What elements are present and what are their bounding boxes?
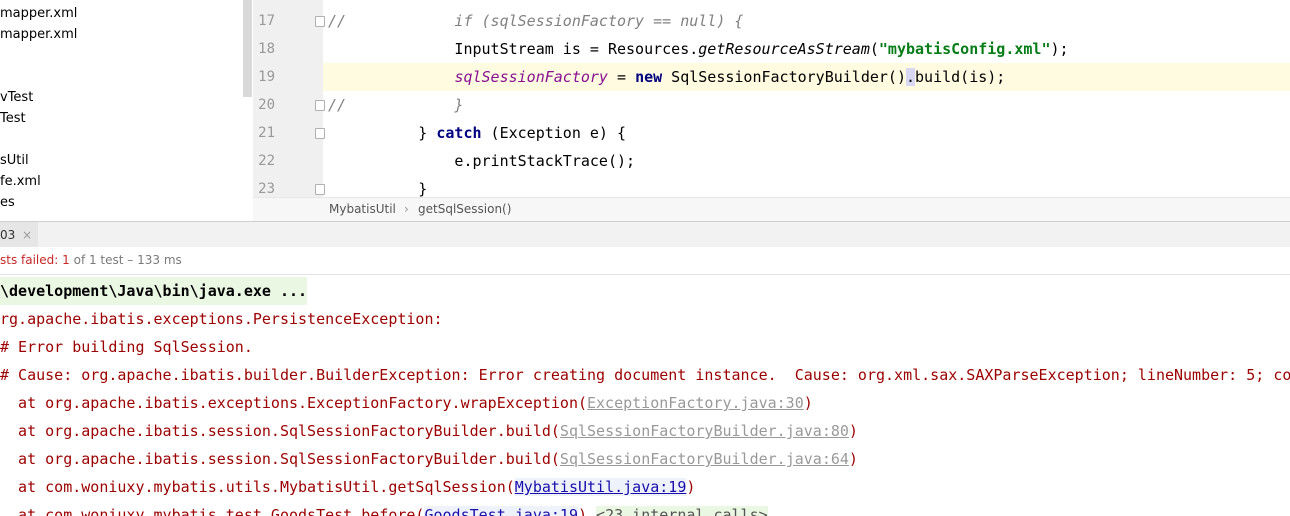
code-token: (Exception e) {	[481, 124, 627, 142]
code-token: .	[906, 68, 916, 86]
code-line: e.printStackTrace();	[328, 147, 635, 175]
console-token: at com.woniuxy.mybatis.test.GoodsTest.be…	[0, 506, 425, 516]
console-error-line: rg.apache.ibatis.exceptions.PersistenceE…	[0, 305, 443, 333]
console-token: )	[686, 478, 696, 496]
code-token: getResourceAsStream	[698, 40, 870, 58]
line-number: 17	[258, 13, 275, 29]
project-tree-item[interactable]: es	[0, 195, 15, 210]
console-token: # Cause: org.apache.ibatis.builder.Build…	[0, 366, 1290, 384]
project-tool-window: mapper.xml mapper.xml vTest Test sUtil fe.xml…	[0, 0, 254, 218]
code-line: InputStream is = Resources.getResourceAs…	[328, 35, 1069, 63]
console-token: )	[577, 506, 597, 516]
project-tree-item[interactable]: sUtil	[0, 153, 29, 168]
internal-calls-fold[interactable]: <23 internal calls>	[596, 506, 768, 516]
code-token: );	[1050, 40, 1069, 58]
test-status-bar: sts failed: 1 of 1 test – 133 ms	[0, 247, 1290, 275]
code-token: // }	[328, 96, 464, 114]
close-icon[interactable]: ×	[22, 222, 32, 248]
project-tree-item[interactable]: Test	[0, 111, 26, 126]
tests-summary: of 1 test – 133 ms	[69, 253, 182, 267]
console-token: at org.apache.ibatis.session.SqlSessionF…	[0, 422, 560, 440]
console-error-line: # Cause: org.apache.ibatis.builder.Build…	[0, 361, 1290, 389]
code-token: e.printStackTrace();	[328, 152, 636, 170]
console-error-line: at com.woniuxy.mybatis.utils.MybatisUtil…	[0, 473, 695, 501]
breadcrumb: MybatisUtil › getSqlSession()	[253, 197, 1290, 222]
code-line: } catch (Exception e) {	[328, 119, 626, 147]
code-line: // }	[328, 91, 463, 119]
line-number: 20	[258, 97, 275, 113]
console-error-line: at org.apache.ibatis.exceptions.Exceptio…	[0, 389, 813, 417]
line-number: 23	[258, 181, 275, 197]
fold-marker-icon[interactable]	[315, 100, 325, 111]
line-number: 18	[258, 41, 275, 57]
project-tree-item[interactable]: vTest	[0, 90, 33, 105]
editor-gutter: 17 18 19 20 21 22 23	[253, 0, 325, 197]
code-token: "mybatisConfig.xml"	[878, 40, 1051, 58]
code-token: }	[328, 124, 437, 142]
code-token: build(is);	[915, 68, 1006, 86]
code-token: SqlSessionFactoryBuilder()	[662, 68, 906, 86]
code-line: }	[328, 175, 427, 197]
line-number: 22	[258, 153, 275, 169]
run-console[interactable]: \development\Java\bin\java.exe ... rg.apa…	[0, 275, 1290, 516]
console-token: rg.apache.ibatis.exceptions.PersistenceE…	[0, 310, 443, 328]
fold-marker-icon[interactable]	[315, 16, 325, 27]
run-config-tab-label: 03	[0, 228, 16, 242]
code-token: InputStream is = Resources.	[328, 40, 699, 58]
code-token: // if (sqlSessionFactory == null) {	[328, 12, 744, 30]
stack-trace-link[interactable]: GoodsTest.java:19	[424, 506, 578, 516]
console-token: )	[848, 450, 858, 468]
console-token: at org.apache.ibatis.exceptions.Exceptio…	[0, 394, 587, 412]
line-number: 21	[258, 125, 275, 141]
project-tree-item[interactable]: fe.xml	[0, 174, 41, 189]
tests-failed-label: sts failed:	[0, 253, 63, 267]
project-tree-scrollbar[interactable]	[243, 0, 252, 97]
console-token: at org.apache.ibatis.session.SqlSessionF…	[0, 450, 560, 468]
console-error-line: at org.apache.ibatis.session.SqlSessionF…	[0, 445, 858, 473]
code-token: (	[869, 40, 879, 58]
breadcrumb-method[interactable]: getSqlSession()	[418, 202, 511, 216]
breadcrumb-separator: ›	[404, 202, 409, 216]
line-number: 19	[258, 69, 275, 85]
project-tree-item[interactable]: mapper.xml	[0, 6, 77, 21]
code-token: =	[607, 68, 636, 86]
stack-trace-link[interactable]: MybatisUtil.java:19	[514, 478, 687, 496]
code-token: catch	[436, 124, 482, 142]
console-error-line: at com.woniuxy.mybatis.test.GoodsTest.be…	[0, 501, 768, 516]
fold-marker-icon[interactable]	[315, 128, 325, 139]
run-config-tab[interactable]: 03 ×	[0, 222, 38, 248]
console-token: at com.woniuxy.mybatis.utils.MybatisUtil…	[0, 478, 515, 496]
code-editor[interactable]: 17 18 19 20 21 22 23 // if (sqlSessionFactory …	[253, 0, 1290, 197]
code-token: }	[328, 180, 428, 197]
stack-trace-link[interactable]: SqlSessionFactoryBuilder.java:80	[560, 422, 849, 440]
console-token: )	[848, 422, 858, 440]
console-token: )	[803, 394, 813, 412]
console-error-line: at org.apache.ibatis.session.SqlSessionF…	[0, 417, 858, 445]
code-line: // if (sqlSessionFactory == null) {	[328, 7, 743, 35]
code-line: sqlSessionFactory = new SqlSessionFactor…	[328, 63, 1005, 91]
breadcrumb-class[interactable]: MybatisUtil	[329, 202, 396, 216]
tests-failed-count: 1	[62, 253, 70, 267]
stack-trace-link[interactable]: ExceptionFactory.java:30	[587, 394, 804, 412]
code-token: sqlSessionFactory	[454, 68, 608, 86]
stack-trace-link[interactable]: SqlSessionFactoryBuilder.java:64	[560, 450, 849, 468]
run-tab-bar: 03 ×	[0, 221, 1290, 249]
console-error-line: # Error building SqlSession.	[0, 333, 253, 361]
fold-marker-icon[interactable]	[315, 184, 325, 195]
console-token: \development\Java\bin\java.exe ...	[0, 282, 308, 300]
console-token: # Error building SqlSession.	[0, 338, 253, 356]
console-command-line: \development\Java\bin\java.exe ...	[0, 277, 308, 305]
code-token: new	[635, 68, 663, 86]
project-tree-item[interactable]: mapper.xml	[0, 27, 77, 42]
